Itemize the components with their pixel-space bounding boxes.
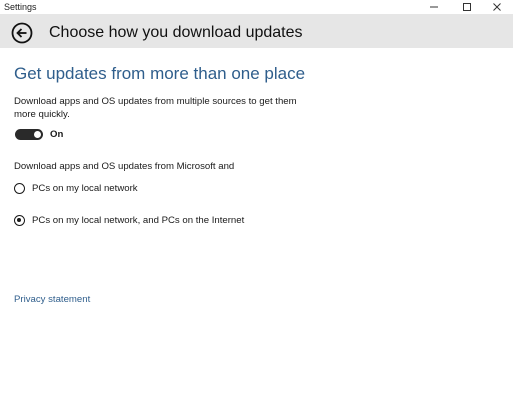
title-bar: Settings — [0, 0, 513, 14]
settings-window: Settings Choose how you download updates… — [0, 0, 513, 399]
minimize-button[interactable] — [418, 0, 450, 14]
toggle-knob — [34, 131, 41, 138]
maximize-button[interactable] — [451, 0, 483, 14]
setting-description: Download apps and OS updates from multip… — [14, 96, 297, 120]
radio-button-local-network[interactable] — [14, 183, 25, 194]
close-icon — [493, 3, 501, 11]
option-label: PCs on my local network, and PCs on the … — [32, 215, 245, 226]
back-arrow-icon — [11, 22, 33, 44]
page-title: Choose how you download updates — [49, 24, 303, 41]
section-heading: Get updates from more than one place — [14, 64, 306, 83]
close-button[interactable] — [481, 0, 513, 14]
radio-button-local-and-internet[interactable] — [14, 215, 25, 226]
radio-selected-dot — [17, 218, 22, 223]
toggle-state-label: On — [50, 129, 64, 140]
back-button[interactable] — [11, 22, 33, 44]
maximize-icon — [463, 3, 471, 11]
source-label: Download apps and OS updates from Micros… — [14, 161, 235, 172]
option-label: PCs on my local network — [32, 183, 138, 194]
privacy-statement-link[interactable]: Privacy statement — [14, 294, 90, 306]
window-title: Settings — [4, 2, 37, 12]
updates-toggle-switch[interactable] — [15, 129, 43, 140]
page-header: Choose how you download updates — [0, 14, 513, 48]
minimize-icon — [430, 6, 438, 8]
